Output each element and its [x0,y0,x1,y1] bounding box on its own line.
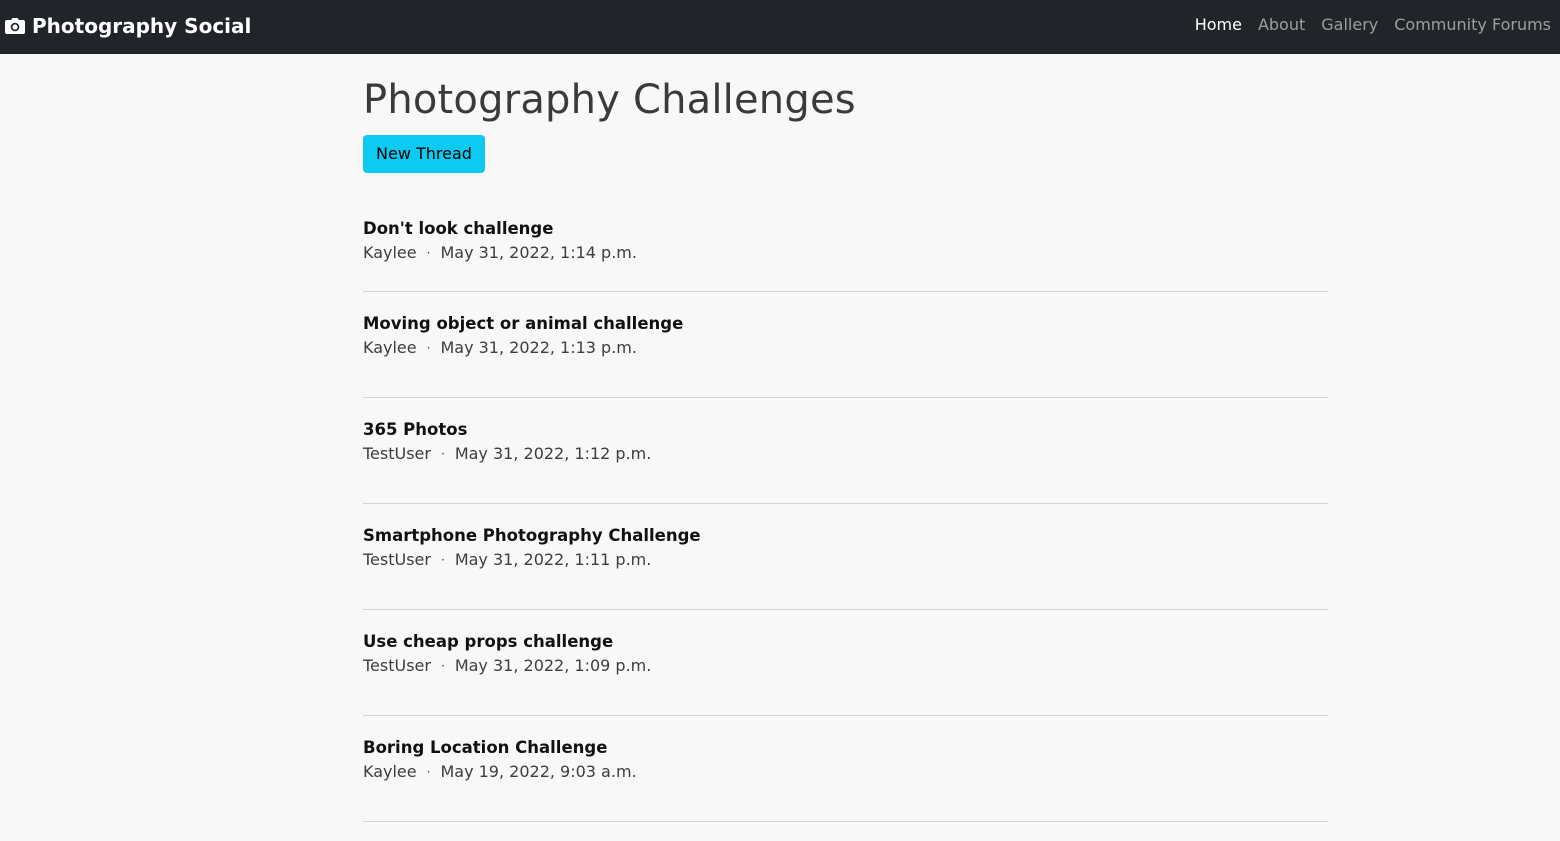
thread-item: Use cheap props challenge TestUser · May… [363,610,1328,716]
thread-meta: TestUser · May 31, 2022, 1:09 p.m. [363,654,1328,678]
thread-item: Boring Location Challenge Kaylee · May 1… [363,716,1328,822]
thread-author: Kaylee [363,338,417,357]
thread-date: May 31, 2022, 1:09 p.m. [454,656,652,675]
new-thread-button[interactable]: New Thread [363,135,485,173]
thread-item: Moving object or animal challenge Kaylee… [363,292,1328,398]
meta-separator: · [440,659,445,673]
nav-link-about[interactable]: About [1258,15,1305,34]
nav-link-gallery[interactable]: Gallery [1321,15,1378,34]
thread-title-link[interactable]: 365 Photos [363,418,1328,442]
meta-separator: · [426,341,431,355]
thread-item: Smartphone Photography Challenge TestUse… [363,504,1328,610]
thread-date: May 19, 2022, 9:03 a.m. [440,762,637,781]
meta-separator: · [426,246,431,260]
nav-link-community-forums[interactable]: Community Forums [1394,15,1551,34]
thread-date: May 31, 2022, 1:12 p.m. [454,444,652,463]
thread-author: TestUser [363,444,431,463]
thread-author: Kaylee [363,762,417,781]
thread-item: 365 Photos TestUser · May 31, 2022, 1:12… [363,398,1328,504]
thread-meta: Kaylee · May 31, 2022, 1:13 p.m. [363,336,1328,360]
thread-date: May 31, 2022, 1:13 p.m. [440,338,637,357]
thread-title-link[interactable]: Smartphone Photography Challenge [363,524,1328,548]
thread-item: Don't look challenge Kaylee · May 31, 20… [363,217,1328,292]
thread-author: TestUser [363,656,431,675]
meta-separator: · [426,765,431,779]
thread-meta: TestUser · May 31, 2022, 1:12 p.m. [363,442,1328,466]
brand-title: Photography Social [32,14,252,38]
thread-meta: Kaylee · May 31, 2022, 1:14 p.m. [363,241,1328,265]
thread-author: Kaylee [363,243,417,262]
page-title: Photography Challenges [363,77,856,123]
thread-meta: Kaylee · May 19, 2022, 9:03 a.m. [363,760,1328,784]
nav-link-home[interactable]: Home [1195,15,1242,34]
thread-date: May 31, 2022, 1:14 p.m. [440,243,637,262]
thread-meta: TestUser · May 31, 2022, 1:11 p.m. [363,548,1328,572]
thread-title-link[interactable]: Don't look challenge [363,217,1328,241]
meta-separator: · [440,447,445,461]
thread-title-link[interactable]: Moving object or animal challenge [363,312,1328,336]
thread-title-link[interactable]: Use cheap props challenge [363,630,1328,654]
main-content: Photography Challenges New Thread Don't … [363,54,1328,822]
meta-separator: · [440,553,445,567]
thread-title-link[interactable]: Boring Location Challenge [363,736,1328,760]
thread-author: TestUser [363,550,431,569]
brand-link[interactable]: Photography Social [5,14,251,38]
top-navbar: Photography Social Home About Gallery Co… [0,0,1560,54]
camera-icon [5,18,25,34]
thread-date: May 31, 2022, 1:11 p.m. [454,550,652,569]
nav-links: Home About Gallery Community Forums [1195,15,1551,34]
thread-list: Don't look challenge Kaylee · May 31, 20… [363,217,1328,822]
